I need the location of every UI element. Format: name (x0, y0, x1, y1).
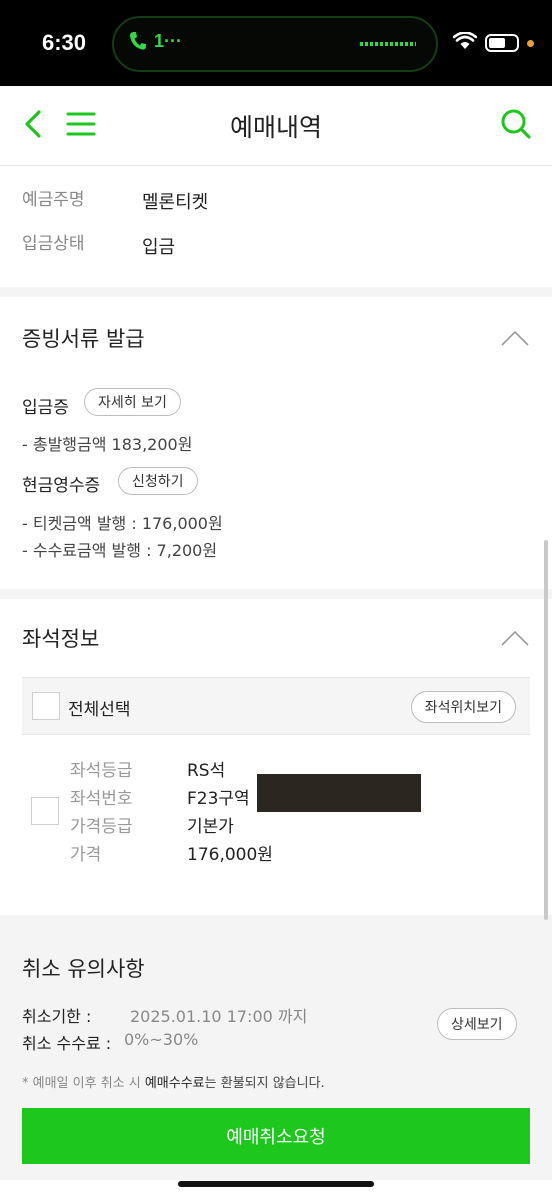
select-all-label: 전체선택 (68, 700, 131, 720)
home-indicator[interactable] (178, 1181, 374, 1187)
select-all-checkbox[interactable] (32, 692, 60, 720)
refund-note-prefix: * 예매일 이후 취소 시 (22, 1076, 145, 1091)
search-button[interactable] (498, 108, 534, 144)
price-label: 가격 (70, 845, 102, 865)
refund-note: * 예매일 이후 취소 시 예매수수료는 환불되지 않습니다. (22, 1072, 325, 1091)
account-holder-value: 멜론티켓 (142, 192, 209, 213)
scrollbar[interactable] (544, 540, 548, 920)
phone-icon (128, 30, 148, 52)
receipts-title: 증빙서류 발급 (22, 327, 145, 351)
price-value: 176,000원 (187, 845, 273, 865)
privacy-dot-icon (527, 39, 534, 47)
collapse-receipts-button[interactable] (500, 329, 530, 347)
refund-note-bold: 예매수수료 (144, 1076, 205, 1091)
cancel-fee-value: 0%~30% (124, 1030, 199, 1049)
total-issued-amount: - 총발행금액 183,200원 (22, 435, 193, 454)
seat-info-section: 좌석정보 전체선택 좌석위치보기 좌석등급 RS석 좌석번호 F23구역 가격등… (0, 599, 552, 915)
seat-info-title: 좌석정보 (22, 627, 100, 651)
account-holder-label: 예금주명 (22, 190, 85, 210)
chevron-up-icon (500, 630, 530, 651)
price-grade-value: 기본가 (187, 817, 234, 837)
cash-receipt-label: 현금영수증 (22, 476, 101, 496)
select-all-row: 전체선택 좌석위치보기 (22, 677, 530, 735)
seat-location-button[interactable]: 좌석위치보기 (410, 691, 516, 723)
cancel-request-button[interactable]: 예매취소요청 (22, 1108, 530, 1164)
cancel-notice-title: 취소 유의사항 (22, 957, 145, 981)
deposit-cert-detail-button[interactable]: 자세히 보기 (84, 388, 181, 416)
seat-number-value: F23구역 (187, 789, 250, 809)
wifi-icon (452, 31, 478, 54)
cancel-detail-button[interactable]: 상세보기 (437, 1008, 517, 1040)
deposit-status-value: 입금 (142, 237, 176, 258)
cancel-fee-label: 취소 수수료 : (22, 1034, 112, 1053)
cancel-deadline-label: 취소기한 : (22, 1007, 92, 1026)
chevron-up-icon (500, 330, 530, 351)
deposit-status-label: 입금상태 (22, 234, 85, 254)
dynamic-island[interactable]: 1··· (112, 16, 438, 72)
seat-grade-value: RS석 (187, 761, 226, 781)
ticket-amount-line: - 티켓금액 발행 : 176,000원 (22, 514, 223, 533)
call-indicator[interactable]: 1··· (128, 30, 182, 52)
refund-note-suffix: 는 환불되지 않습니다. (204, 1076, 325, 1091)
section-divider (0, 589, 552, 599)
app-header: 예매내역 (0, 86, 552, 166)
status-time: 6:30 (42, 30, 87, 55)
section-divider (0, 287, 552, 297)
price-grade-label: 가격등급 (70, 817, 133, 837)
fee-amount-line: - 수수료금액 발행 : 7,200원 (22, 541, 218, 560)
search-icon (500, 108, 532, 144)
receipts-section: 증빙서류 발급 입금증 자세히 보기 - 총발행금액 183,200원 현금영수… (0, 297, 552, 589)
status-bar: 6:30 1··· (0, 0, 552, 86)
seat-number-label: 좌석번호 (70, 789, 133, 809)
collapse-seat-info-button[interactable] (500, 629, 530, 647)
deposit-info-section: 예금주명 멜론티켓 입금상태 입금 (0, 167, 552, 287)
redaction-block (257, 774, 421, 812)
page-title: 예매내역 (229, 113, 322, 142)
cancel-deadline-value: 2025.01.10 17:00 까지 (130, 1007, 308, 1026)
battery-icon (485, 34, 519, 52)
audio-wave-icon (360, 42, 416, 46)
seat-grade-label: 좌석등급 (70, 761, 133, 781)
deposit-cert-label: 입금증 (22, 398, 69, 418)
call-label: 1··· (154, 30, 182, 51)
cash-receipt-apply-button[interactable]: 신청하기 (118, 467, 198, 495)
seat-checkbox[interactable] (31, 797, 59, 825)
status-icons (452, 31, 534, 54)
